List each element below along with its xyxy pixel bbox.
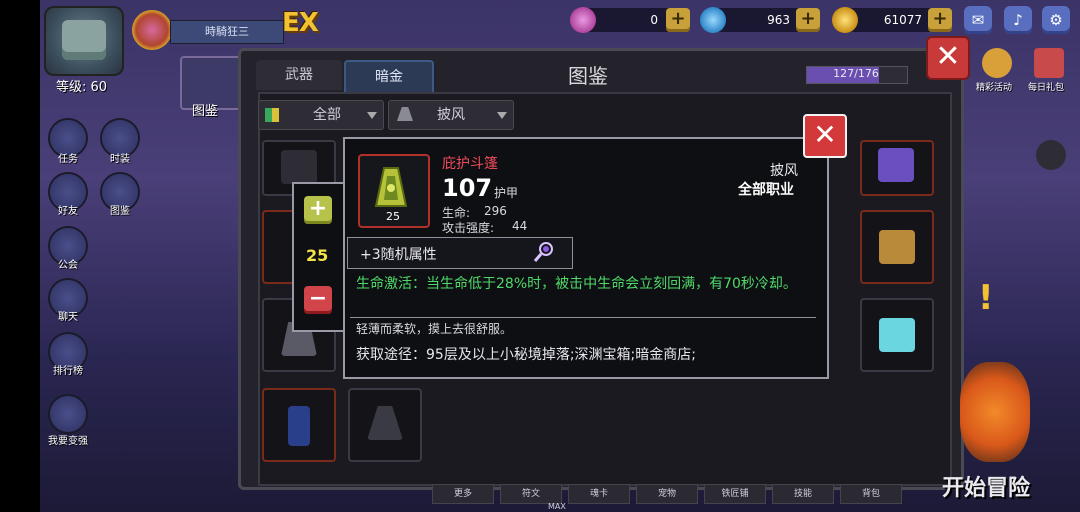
player-name: 時騎狂三 [170,20,284,44]
codex-slot[interactable] [860,210,934,284]
gold-icon [832,7,858,33]
cloak-icon [879,318,915,352]
random-attribute-label: +3随机属性 [360,247,437,263]
close-popup-button[interactable]: ✕ [803,114,847,158]
tab-dark-gold[interactable]: 暗金 [344,60,434,92]
bottom-tab-skills[interactable]: 技能 [772,484,834,504]
stat-value: 296 [484,204,507,218]
cloak-icon [879,230,915,264]
category-filter-dropdown[interactable]: 全部 [258,100,384,130]
cloak-icon [281,150,317,184]
item-flavor-text: 轻薄而柔软，摸上去很舒服。 [356,322,513,336]
item-main-value-label: 护甲 [494,186,519,200]
rank-badge-icon[interactable] [132,10,172,50]
powerup-label: 我要变强 [48,436,88,447]
stat-value: 44 [512,219,528,233]
diamond-icon [700,7,726,33]
chevron-down-icon [497,112,507,119]
ex-badge[interactable]: EX [282,8,336,44]
gem-icon [570,7,596,33]
item-level: 25 [386,210,400,223]
bottom-tab-backpack[interactable]: 背包 [840,484,902,504]
item-name: 庇护斗篷 [442,156,498,172]
max-label: MAX [548,502,566,511]
codex-shortcut-label: 图鉴 [192,104,219,119]
add-gold-button[interactable]: + [928,8,952,32]
chevron-down-icon [367,112,377,119]
magnifier-icon[interactable] [532,240,556,264]
bottom-tab-pets[interactable]: 宠物 [636,484,698,504]
item-effect-text: 生命激活：当生命低于28%时，被击中生命会立刻回满，有70秒冷却。 [356,276,797,292]
item-slot-type: 披风 [770,163,798,179]
powerup-icon[interactable] [50,396,86,432]
panel-title: 图鉴 [568,64,608,88]
events-label: 精彩活动 [976,83,1013,93]
category-filter-icon [265,108,279,122]
avatar-face [62,20,106,60]
player-level: 等级: 60 [56,80,108,95]
friends-label: 好友 [58,206,78,217]
cloak-icon [288,406,310,446]
gift-icon[interactable] [1034,48,1064,78]
bottom-tab-soul-cards[interactable]: 魂卡 [568,484,630,504]
quest-label: 任务 [58,154,78,165]
close-panel-button[interactable]: ✕ [926,36,970,80]
daily-gift-label: 每日礼包 [1028,83,1065,93]
bottom-tab-blacksmith[interactable]: 铁匠铺 [704,484,766,504]
events-icon[interactable] [982,48,1012,78]
codex-slot[interactable] [860,298,934,372]
chat-label: 聊天 [58,312,78,323]
codex-slot[interactable] [348,388,422,462]
guild-label: 公会 [58,260,78,271]
item-source-text: 获取途径：95层及以上小秘境掉落;深渊宝箱;暗金商店; [356,347,696,363]
category-filter-value: 全部 [313,107,341,123]
add-gem-button[interactable]: + [666,8,690,32]
screen-left-bar [0,0,40,512]
bottom-tab-runes[interactable]: 符文 [500,484,562,504]
increase-level-button[interactable]: + [304,196,332,224]
profile-icon[interactable] [1036,140,1066,170]
mail-icon[interactable]: ✉ [964,6,992,34]
cloak-icon [878,148,914,182]
collection-progress-text: 127/176 [833,67,879,80]
item-class-type: 全部职业 [738,182,794,198]
codex-slot[interactable] [860,140,934,196]
tab-weapons[interactable]: 武器 [256,60,342,90]
speaker-icon[interactable]: ♪ [1004,6,1032,34]
item-main-value: 107 [442,174,493,202]
cloak-filter-icon [397,107,413,121]
slot-filter-value: 披风 [437,107,465,123]
start-adventure-button[interactable]: 开始冒险 [942,470,1030,502]
cloak-icon [374,167,408,207]
stat-label: 攻击强度: [442,221,495,235]
codex-slot[interactable] [262,388,336,462]
add-diamond-button[interactable]: + [796,8,820,32]
alert-icon[interactable]: ! [978,278,998,318]
slot-filter-dropdown[interactable]: 披风 [388,100,514,130]
divider [350,317,816,318]
cloak-icon [367,406,403,440]
bottom-tab-more[interactable]: 更多 [432,484,494,504]
codex-small-label: 图鉴 [110,206,130,217]
leaderboard-label: 排行榜 [53,366,83,377]
costume-label: 时装 [110,154,130,165]
stepper-value: 25 [306,246,329,265]
decrease-level-button[interactable]: − [304,286,332,314]
gear-icon[interactable]: ⚙ [1042,6,1070,34]
portal-icon[interactable] [960,362,1030,462]
